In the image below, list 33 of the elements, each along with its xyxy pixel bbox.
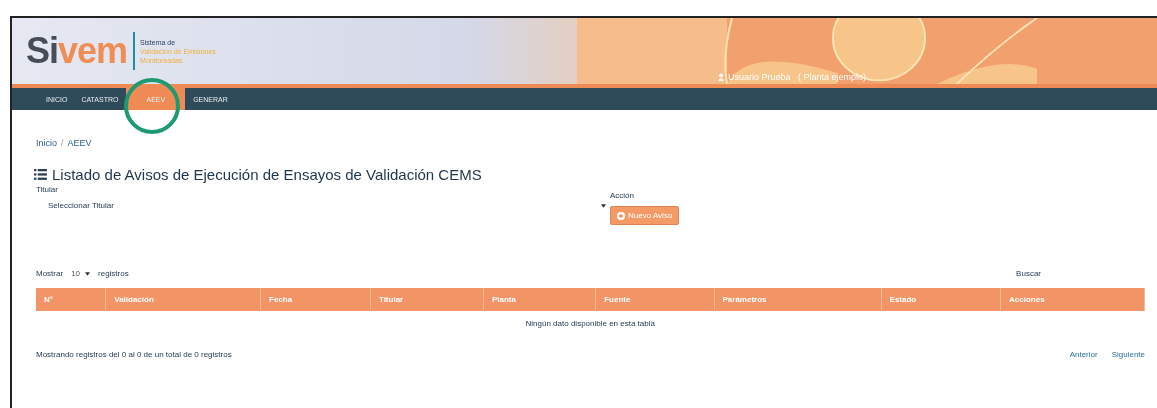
empty-message: Ningún dato disponible en esta tabla	[525, 319, 655, 328]
new-notice-button[interactable]: Nuevo Aviso	[610, 206, 680, 225]
page-size-select[interactable]: 10	[71, 269, 91, 278]
highlight-circle	[124, 78, 180, 134]
column-header[interactable]: Estado	[881, 288, 1001, 311]
column-header[interactable]: Parámetros	[714, 288, 882, 311]
column-header[interactable]: Validación	[105, 288, 261, 311]
table-info: Mostrando registros del 0 al 0 de un total de 0 registros	[36, 350, 232, 359]
column-header[interactable]: N°	[36, 288, 106, 311]
column-header[interactable]: Fuente	[595, 288, 714, 311]
column-header[interactable]: Planta	[483, 288, 596, 311]
breadcrumb-link[interactable]: Inicio	[36, 138, 57, 148]
user-link[interactable]: Usuario Prueba ( Planta ejemplo)	[717, 72, 867, 82]
pagination-link[interactable]: Siguiente	[1111, 350, 1145, 359]
show-label: Mostrar	[36, 269, 64, 278]
pagination-link[interactable]: Anterior	[1069, 350, 1098, 359]
caret-icon	[85, 271, 91, 276]
plus-circle-icon	[617, 211, 625, 220]
title-text: Listado de Avisos de Ejecución de Ensayos de Validación CEMS	[52, 166, 482, 183]
caret-icon	[601, 203, 606, 208]
breadcrumb-separator: /	[61, 138, 64, 148]
column-header[interactable]: Fecha	[260, 288, 371, 311]
field-label: Acción	[610, 191, 635, 202]
breadcrumb-link[interactable]: AEEV	[67, 138, 92, 148]
list-icon	[34, 169, 47, 180]
field-label: Titular	[36, 185, 59, 196]
search-label: Buscar	[1016, 269, 1041, 278]
user-icon	[717, 73, 725, 81]
titular-select[interactable]: Seleccionar Titular	[36, 197, 610, 214]
column-header[interactable]: Titular	[370, 288, 484, 311]
logo-text: Sivem	[26, 32, 136, 70]
column-header[interactable]: Acciones	[1000, 288, 1145, 311]
records-label: registros	[98, 269, 129, 278]
